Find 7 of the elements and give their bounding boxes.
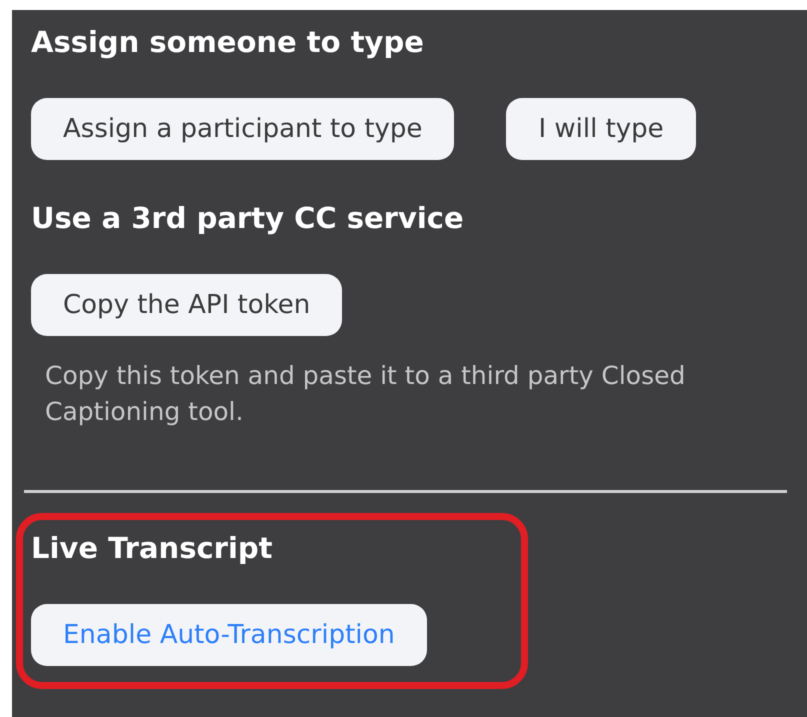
section-title: Use a 3rd party CC service: [31, 200, 465, 237]
section-title: Live Transcript: [31, 530, 274, 567]
description-text: Copy this token and paste it to a third party Closed Captioning tool.: [45, 360, 686, 428]
section-title: Assign someone to type: [31, 24, 425, 61]
action-button[interactable]: I will type: [506, 98, 696, 160]
action-button[interactable]: Assign a participant to type: [31, 98, 454, 160]
action-button[interactable]: Copy the API token: [31, 274, 342, 336]
